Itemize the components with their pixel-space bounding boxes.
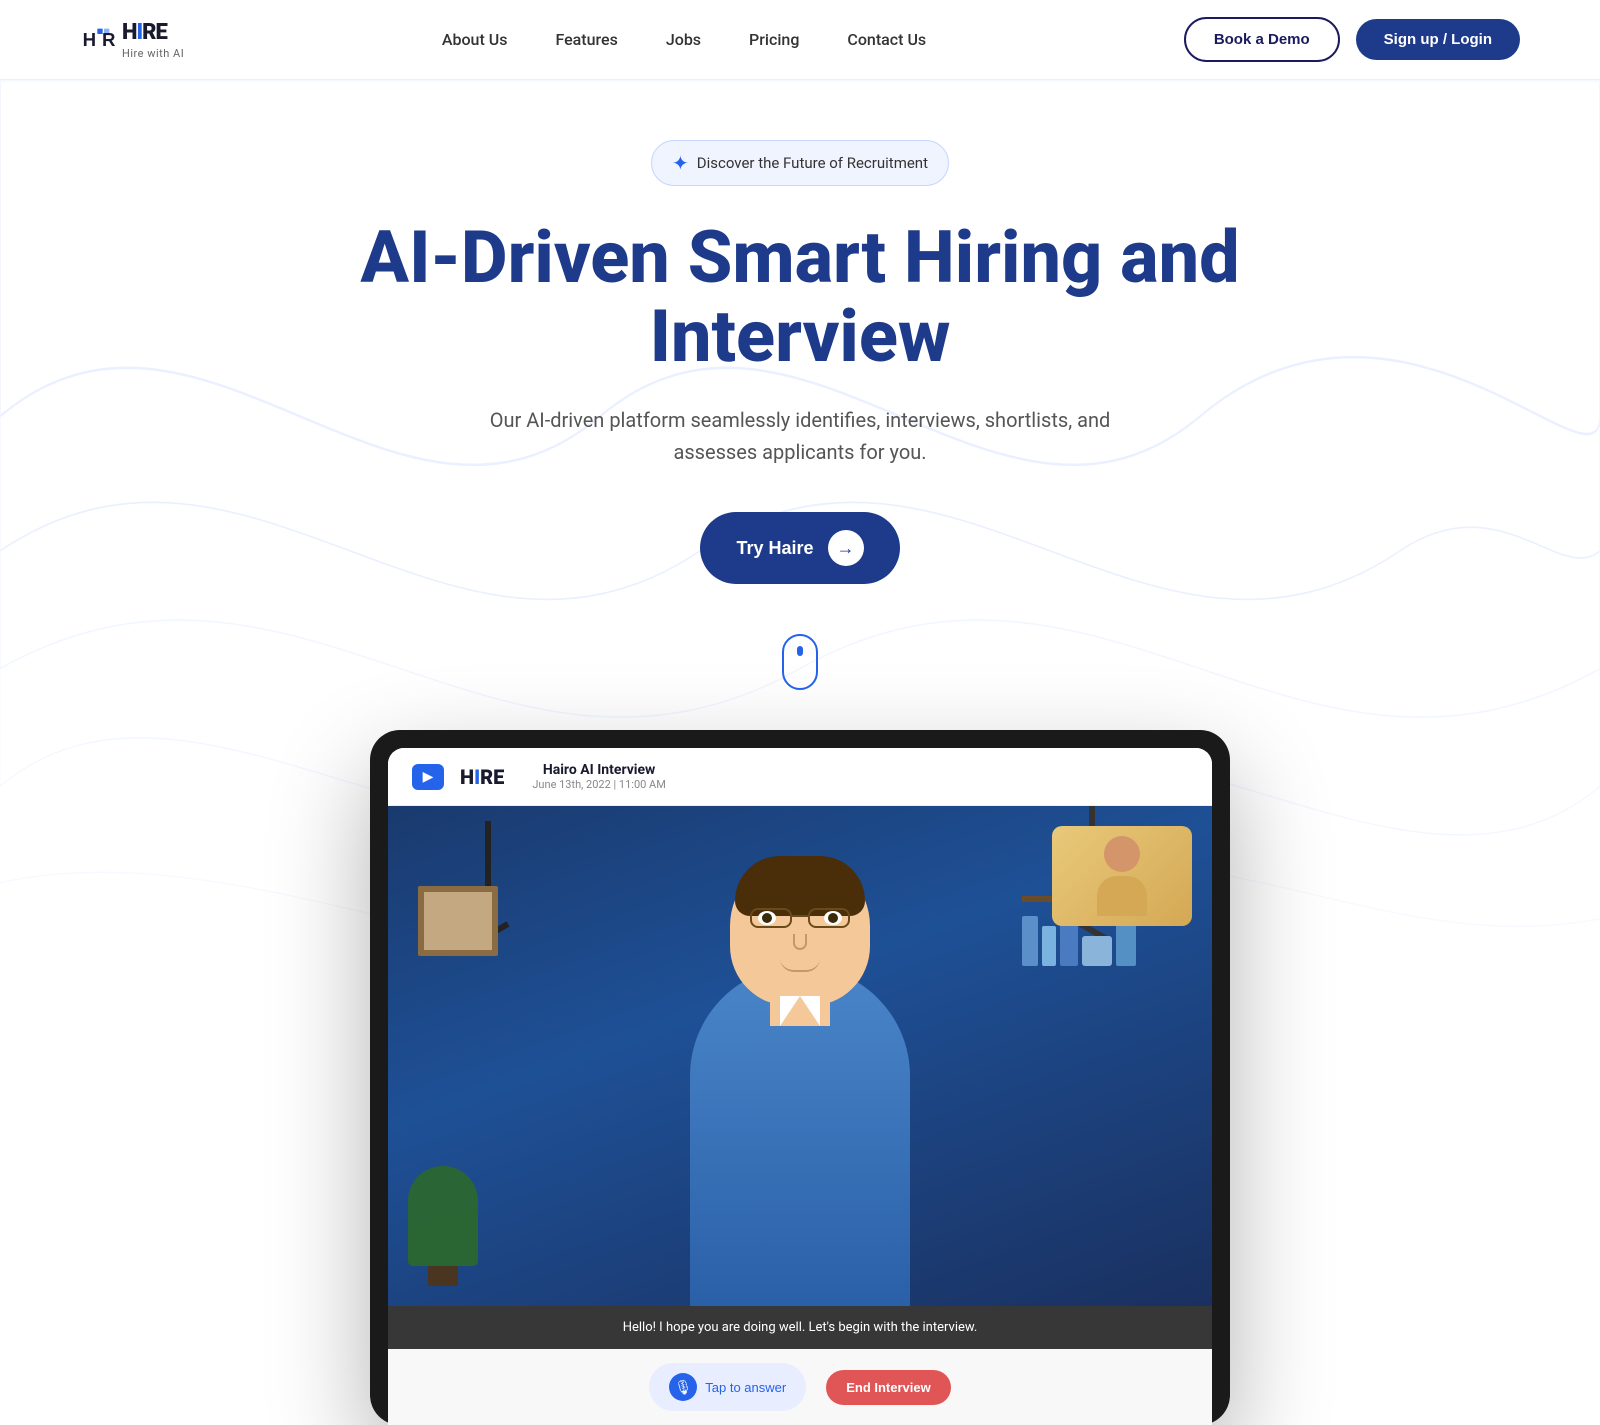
badge-text: Discover the Future of Recruitment (697, 154, 928, 172)
plant (408, 1166, 478, 1286)
tablet-topbar: ▶ HIRE Hairo AI Interview June 13th, 202… (388, 748, 1212, 806)
nav-link-contact[interactable]: Contact Us (847, 30, 926, 49)
picture-frame (418, 886, 498, 956)
video-area (388, 806, 1212, 1306)
tablet-logo: HIRE (460, 765, 504, 789)
ai-collar-right (780, 996, 820, 1026)
ai-collar (760, 996, 840, 1026)
logo-tagline: Hire with AI (122, 47, 184, 60)
ai-mouth (780, 958, 820, 972)
ai-avatar-container (670, 866, 930, 1306)
ai-hair (735, 856, 865, 916)
scroll-indicator (80, 634, 1520, 690)
ai-glasses-left (750, 908, 792, 928)
try-haire-button[interactable]: Try Haire → (700, 512, 899, 584)
pip-video (1052, 826, 1192, 926)
ai-nose (793, 934, 807, 950)
svg-text:RE: RE (102, 29, 116, 50)
scroll-mouse (782, 634, 818, 690)
svg-text:H: H (83, 29, 96, 50)
end-interview-button[interactable]: End Interview (826, 1370, 951, 1405)
navbar: H RE HIRE Hire with AI About Us Features… (0, 0, 1600, 80)
nav-item-features[interactable]: Features (555, 30, 617, 49)
nav-link-features[interactable]: Features (555, 30, 617, 49)
tap-answer-button[interactable]: 🎙 Tap to answer (649, 1363, 806, 1411)
nav-link-about[interactable]: About Us (442, 30, 508, 49)
microphone-icon: 🎙 (669, 1373, 697, 1401)
logo-svg: H RE (80, 22, 116, 58)
ai-glasses-right (808, 908, 850, 928)
scroll-dot (797, 646, 803, 656)
discover-badge: ✦ Discover the Future of Recruitment (651, 140, 949, 186)
nav-link-pricing[interactable]: Pricing (749, 30, 799, 49)
sparkle-icon: ✦ (672, 151, 689, 175)
hero-subtitle: Our AI-driven platform seamlessly identi… (450, 404, 1150, 468)
nav-item-about[interactable]: About Us (442, 30, 508, 49)
action-bar: 🎙 Tap to answer End Interview (388, 1349, 1212, 1425)
try-haire-label: Try Haire (736, 538, 813, 559)
tap-answer-label: Tap to answer (705, 1380, 786, 1395)
logo: H RE HIRE Hire with AI (80, 20, 184, 60)
camera-icon: ▶ (412, 764, 444, 790)
pip-head (1104, 836, 1140, 872)
ai-glasses-bridge (792, 915, 808, 917)
book-demo-button[interactable]: Book a Demo (1184, 17, 1340, 62)
hero-content: ✦ Discover the Future of Recruitment AI-… (80, 140, 1520, 1425)
pip-body (1097, 876, 1147, 916)
nav-item-contact[interactable]: Contact Us (847, 30, 926, 49)
caption-text: Hello! I hope you are doing well. Let's … (623, 1320, 978, 1335)
interview-date: June 13th, 2022 | 11:00 AM (532, 778, 665, 791)
nav-link-jobs[interactable]: Jobs (666, 30, 701, 49)
logo-main-text: HIRE (122, 20, 167, 45)
interview-title: Hairo AI Interview (532, 762, 665, 778)
arrow-right-icon: → (828, 530, 864, 566)
ai-head (730, 856, 870, 1006)
logo-text-container: HIRE Hire with AI (122, 20, 184, 60)
nav-item-pricing[interactable]: Pricing (749, 30, 799, 49)
nav-actions: Book a Demo Sign up / Login (1184, 17, 1520, 62)
hero-title: AI-Driven Smart Hiring and Interview (300, 218, 1300, 376)
hero-section: ✦ Discover the Future of Recruitment AI-… (0, 80, 1600, 1425)
tablet-outer: ▶ HIRE Hairo AI Interview June 13th, 202… (370, 730, 1230, 1425)
lamp-left (468, 821, 508, 927)
pip-person (1097, 836, 1147, 916)
nav-links: About Us Features Jobs Pricing Contact U… (442, 30, 926, 49)
tablet-mockup: ▶ HIRE Hairo AI Interview June 13th, 202… (370, 730, 1230, 1425)
interview-info: Hairo AI Interview June 13th, 2022 | 11:… (532, 762, 665, 791)
signup-login-button[interactable]: Sign up / Login (1356, 19, 1520, 60)
tablet-screen: ▶ HIRE Hairo AI Interview June 13th, 202… (388, 748, 1212, 1425)
caption-bar: Hello! I hope you are doing well. Let's … (388, 1306, 1212, 1349)
nav-item-jobs[interactable]: Jobs (666, 30, 701, 49)
